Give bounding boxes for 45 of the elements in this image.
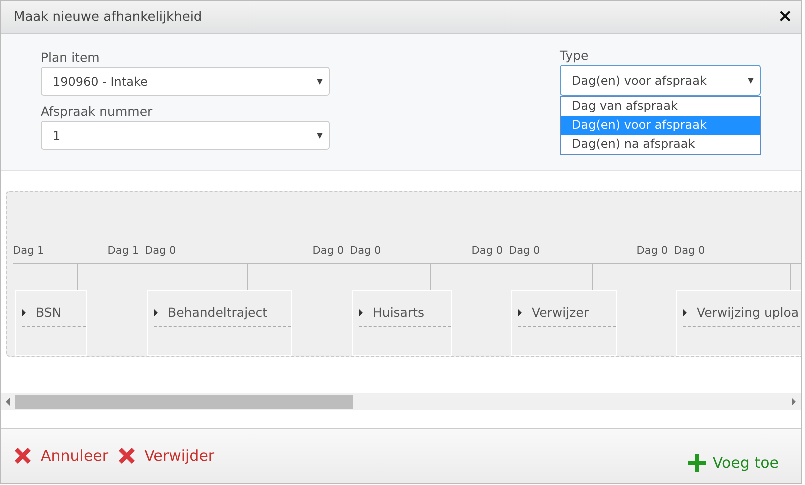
scroll-right-icon[interactable] [792,398,796,406]
expand-icon[interactable] [22,308,26,316]
caret-icon [748,78,754,84]
day-label: Dag 0 [145,245,176,257]
caret-icon [317,78,323,84]
afspraak-select[interactable]: 1 [41,121,330,150]
scroll-thumb[interactable] [15,394,353,408]
node-label: Behandeltraject [168,305,268,320]
timeline-node[interactable]: Behandeltraject [147,290,292,356]
expand-icon[interactable] [683,308,687,316]
expand-icon[interactable] [518,308,522,316]
horizontal-scrollbar[interactable] [1,393,801,410]
day-label: Dag 0 [312,245,344,257]
day-label: Dag 1 [108,245,139,257]
close-button[interactable]: × [776,9,795,25]
dropdown-option[interactable]: Dag van afspraak [561,97,760,116]
plan-item-select[interactable]: 190960 - Intake [41,67,330,96]
day-label: Dag 0 [674,245,706,257]
node-label: Verwijzing uploa [697,305,800,320]
day-label: Dag 0 [472,245,503,257]
field-label: Type [560,48,590,64]
field-label: Plan item [41,50,101,66]
plus-icon [686,453,707,473]
day-label: Dag 0 [509,245,540,257]
expand-icon[interactable] [154,308,158,316]
dropdown-option[interactable]: Dag(en) na afspraak [561,135,760,154]
day-label: Dag 0 [350,245,382,257]
timeline-node[interactable]: Verwijzer [511,290,617,356]
timeline-node[interactable]: Verwijzing uploa [676,290,801,356]
node-label: Verwijzer [532,305,589,320]
timeline-node[interactable]: Huisarts [352,290,452,356]
delete-button[interactable]: Verwijder [114,444,215,468]
node-label: Huisarts [373,305,425,320]
field-label: Afspraak nummer [41,104,154,120]
node-label: BSN [36,305,62,320]
cancel-button[interactable]: Annuleer [11,444,109,468]
timeline-node[interactable]: BSN [15,290,87,356]
type-select[interactable]: Dag(en) voor afspraak [560,65,761,96]
add-button[interactable]: Voeg toe [686,453,779,473]
day-label: Dag 0 [636,245,668,257]
day-label: Dag 1 [13,245,44,257]
expand-icon[interactable] [359,308,363,316]
caret-icon [317,132,323,138]
scroll-left-icon[interactable] [6,398,10,406]
dialog-title: Maak nieuwe afhankelijkheid [14,10,202,24]
